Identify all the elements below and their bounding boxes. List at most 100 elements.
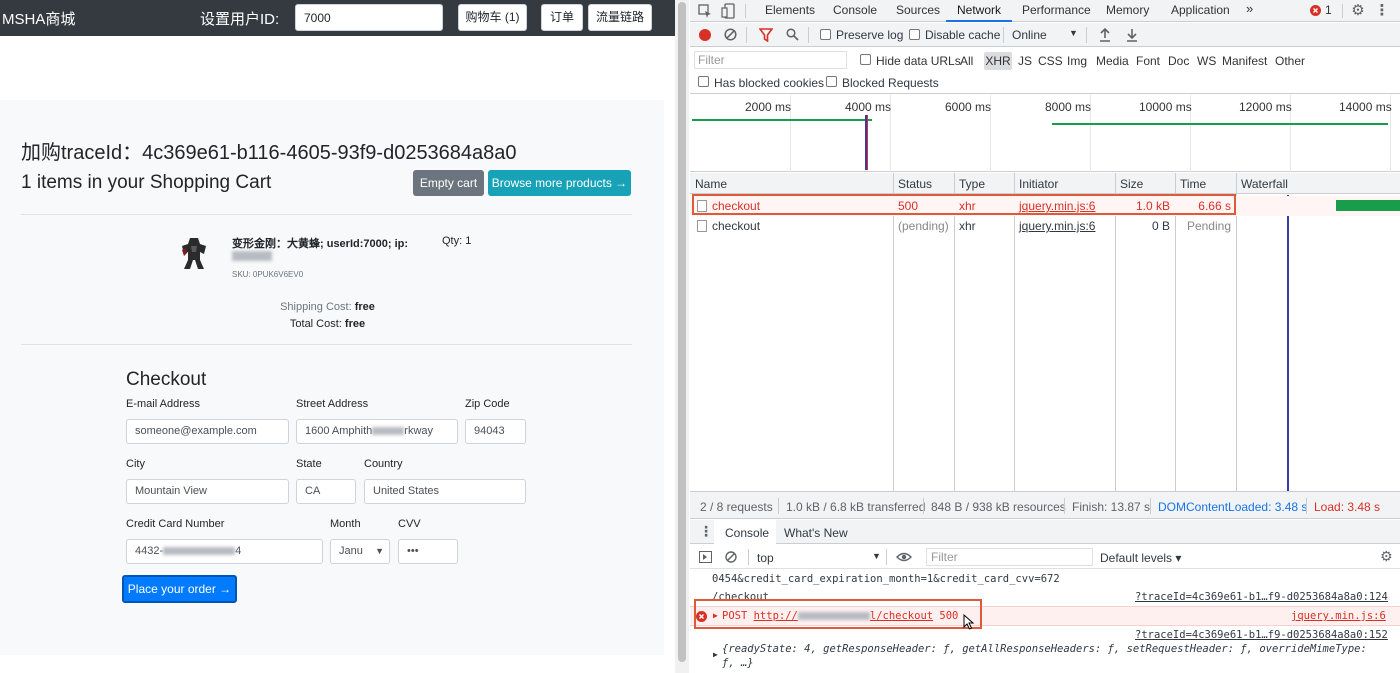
console-object[interactable]: {readyState: 4, getResponseHeader: ƒ, ge… (722, 643, 1367, 655)
download-icon[interactable] (1126, 28, 1138, 42)
disable-cache-checkbox[interactable] (909, 29, 920, 40)
console-filter-input[interactable]: Filter (926, 548, 1093, 566)
credit-card-field[interactable]: 4432- 4 (126, 539, 323, 564)
log-levels-select[interactable]: Default levels ▾ (1100, 551, 1181, 565)
sidebar-toggle-icon[interactable] (699, 551, 712, 563)
more-tabs-button[interactable]: » (1246, 1, 1253, 16)
city-field[interactable]: Mountain View (126, 479, 289, 504)
filter-doc[interactable]: Doc (1168, 54, 1189, 68)
tab-elements[interactable]: Elements (765, 3, 815, 17)
place-order-button[interactable]: Place your order → (122, 575, 237, 603)
device-toolbar-icon[interactable] (721, 3, 737, 19)
chevron-down-icon[interactable]: ▼ (1069, 28, 1078, 38)
col-size[interactable]: Size (1120, 177, 1143, 191)
filter-input[interactable]: Filter (694, 51, 847, 69)
state-field[interactable]: CA (296, 479, 356, 504)
zip-field[interactable]: 94043 (465, 419, 526, 444)
brand-logo[interactable]: MSHA商城 (2, 8, 75, 29)
col-initiator[interactable]: Initiator (1019, 177, 1058, 191)
tab-application[interactable]: Application (1171, 3, 1230, 17)
trace-link-button[interactable]: 流量链路 (588, 4, 652, 31)
clear-icon[interactable] (724, 28, 737, 41)
console-object[interactable]: ƒ, …} (722, 657, 754, 669)
request-initiator[interactable]: jquery.min.js:6 (1019, 219, 1095, 233)
request-row[interactable]: checkout (pending) xhr jquery.min.js:6 0… (690, 216, 1400, 236)
error-count[interactable]: 1 (1325, 3, 1332, 17)
record-icon[interactable] (699, 29, 711, 41)
tab-console[interactable]: Console (833, 3, 877, 17)
filter-manifest[interactable]: Manifest (1222, 54, 1267, 68)
browse-products-button[interactable]: Browse more products → (488, 170, 631, 196)
col-name[interactable]: Name (695, 177, 727, 191)
total-value: free (344, 318, 366, 330)
scrollbar-thumb[interactable] (678, 2, 686, 662)
empty-cart-button[interactable]: Empty cart (413, 170, 484, 196)
blocked-requests-checkbox[interactable] (826, 76, 837, 87)
hide-data-urls-label[interactable]: Hide data URLs (876, 54, 961, 68)
filter-bar: Filter Hide data URLs All XHR JS CSS Img… (690, 48, 1400, 94)
filter-font[interactable]: Font (1136, 54, 1160, 68)
eye-icon[interactable] (896, 552, 912, 562)
col-time[interactable]: Time (1180, 177, 1206, 191)
console-source-link[interactable]: ?traceId=4c369e61-b1…f9-d0253684a8a0:152 (1135, 629, 1388, 641)
blocked-cookies-checkbox[interactable] (698, 76, 709, 87)
product-name: 变形金刚：大黄蜂; userId:7000; ip: (232, 238, 409, 250)
cart-button[interactable]: 购物车 (1) (458, 4, 527, 31)
preserve-log-checkbox[interactable] (820, 29, 831, 40)
kebab-menu-icon[interactable]: ⋮ (699, 523, 713, 540)
gear-icon[interactable]: ⚙ (1380, 548, 1393, 565)
state-label: State (296, 458, 322, 470)
timeline-overview[interactable]: 2000 ms 4000 ms 6000 ms 8000 ms 10000 ms… (690, 95, 1400, 172)
context-select[interactable]: top (757, 551, 774, 565)
country-field[interactable]: United States (364, 479, 526, 504)
devtools-tab-bar: Elements Console Sources Network Perform… (690, 0, 1400, 22)
error-icon[interactable] (1310, 5, 1321, 16)
clear-console-icon[interactable] (725, 551, 737, 563)
col-waterfall[interactable]: Waterfall (1241, 177, 1288, 191)
drawer-tab-whats-new[interactable]: What's New (784, 526, 848, 540)
preserve-log-label[interactable]: Preserve log (836, 28, 903, 42)
street-label: Street Address (296, 398, 369, 410)
blocked-cookies-label[interactable]: Has blocked cookies (714, 76, 824, 90)
drawer-tab-console[interactable]: Console (725, 526, 769, 540)
filter-js[interactable]: JS (1018, 54, 1032, 68)
filter-css[interactable]: CSS (1038, 54, 1063, 68)
month-select[interactable]: Janu ▼ (330, 539, 390, 564)
filter-ws[interactable]: WS (1197, 54, 1216, 68)
street-value-end: rkway (404, 425, 434, 437)
tab-memory[interactable]: Memory (1106, 3, 1149, 17)
filter-xhr[interactable]: XHR (984, 52, 1012, 70)
cvv-field[interactable]: ••• (398, 539, 458, 564)
throttle-select[interactable]: Online (1012, 28, 1047, 42)
inspect-element-icon[interactable] (697, 3, 713, 19)
expand-arrow-icon[interactable]: ▶ (713, 650, 718, 659)
tick-label: 6000 ms (945, 100, 992, 114)
filter-img[interactable]: Img (1067, 54, 1087, 68)
error-source-link[interactable]: jquery.min.js:6 (1291, 610, 1386, 622)
divider (808, 27, 809, 43)
waterfall-dcl-line (1287, 195, 1289, 491)
orders-button[interactable]: 订单 (541, 4, 583, 31)
disable-cache-label[interactable]: Disable cache (925, 28, 1000, 42)
tab-network[interactable]: Network (957, 3, 1001, 17)
filter-media[interactable]: Media (1096, 54, 1129, 68)
street-field[interactable]: 1600 Amphith rkway (296, 419, 458, 444)
filter-all[interactable]: All (960, 54, 973, 68)
highlight-box (694, 599, 982, 629)
upload-icon[interactable] (1099, 28, 1111, 42)
tab-sources[interactable]: Sources (896, 3, 940, 17)
email-field[interactable]: someone@example.com (126, 419, 289, 444)
blocked-requests-label[interactable]: Blocked Requests (842, 76, 939, 90)
hide-data-urls-checkbox[interactable] (860, 54, 871, 65)
tab-performance[interactable]: Performance (1022, 3, 1091, 17)
user-id-input[interactable] (295, 4, 443, 31)
filter-icon[interactable] (759, 28, 773, 42)
gear-icon[interactable]: ⚙ (1350, 3, 1366, 19)
search-icon[interactable] (786, 28, 799, 41)
console-source-link[interactable]: ?traceId=4c369e61-b1…f9-d0253684a8a0:124 (1135, 591, 1388, 603)
col-status[interactable]: Status (898, 177, 932, 191)
col-type[interactable]: Type (959, 177, 985, 191)
kebab-menu-icon[interactable]: ⋮ (1374, 3, 1390, 19)
chevron-down-icon[interactable]: ▼ (872, 551, 881, 561)
filter-other[interactable]: Other (1275, 54, 1305, 68)
